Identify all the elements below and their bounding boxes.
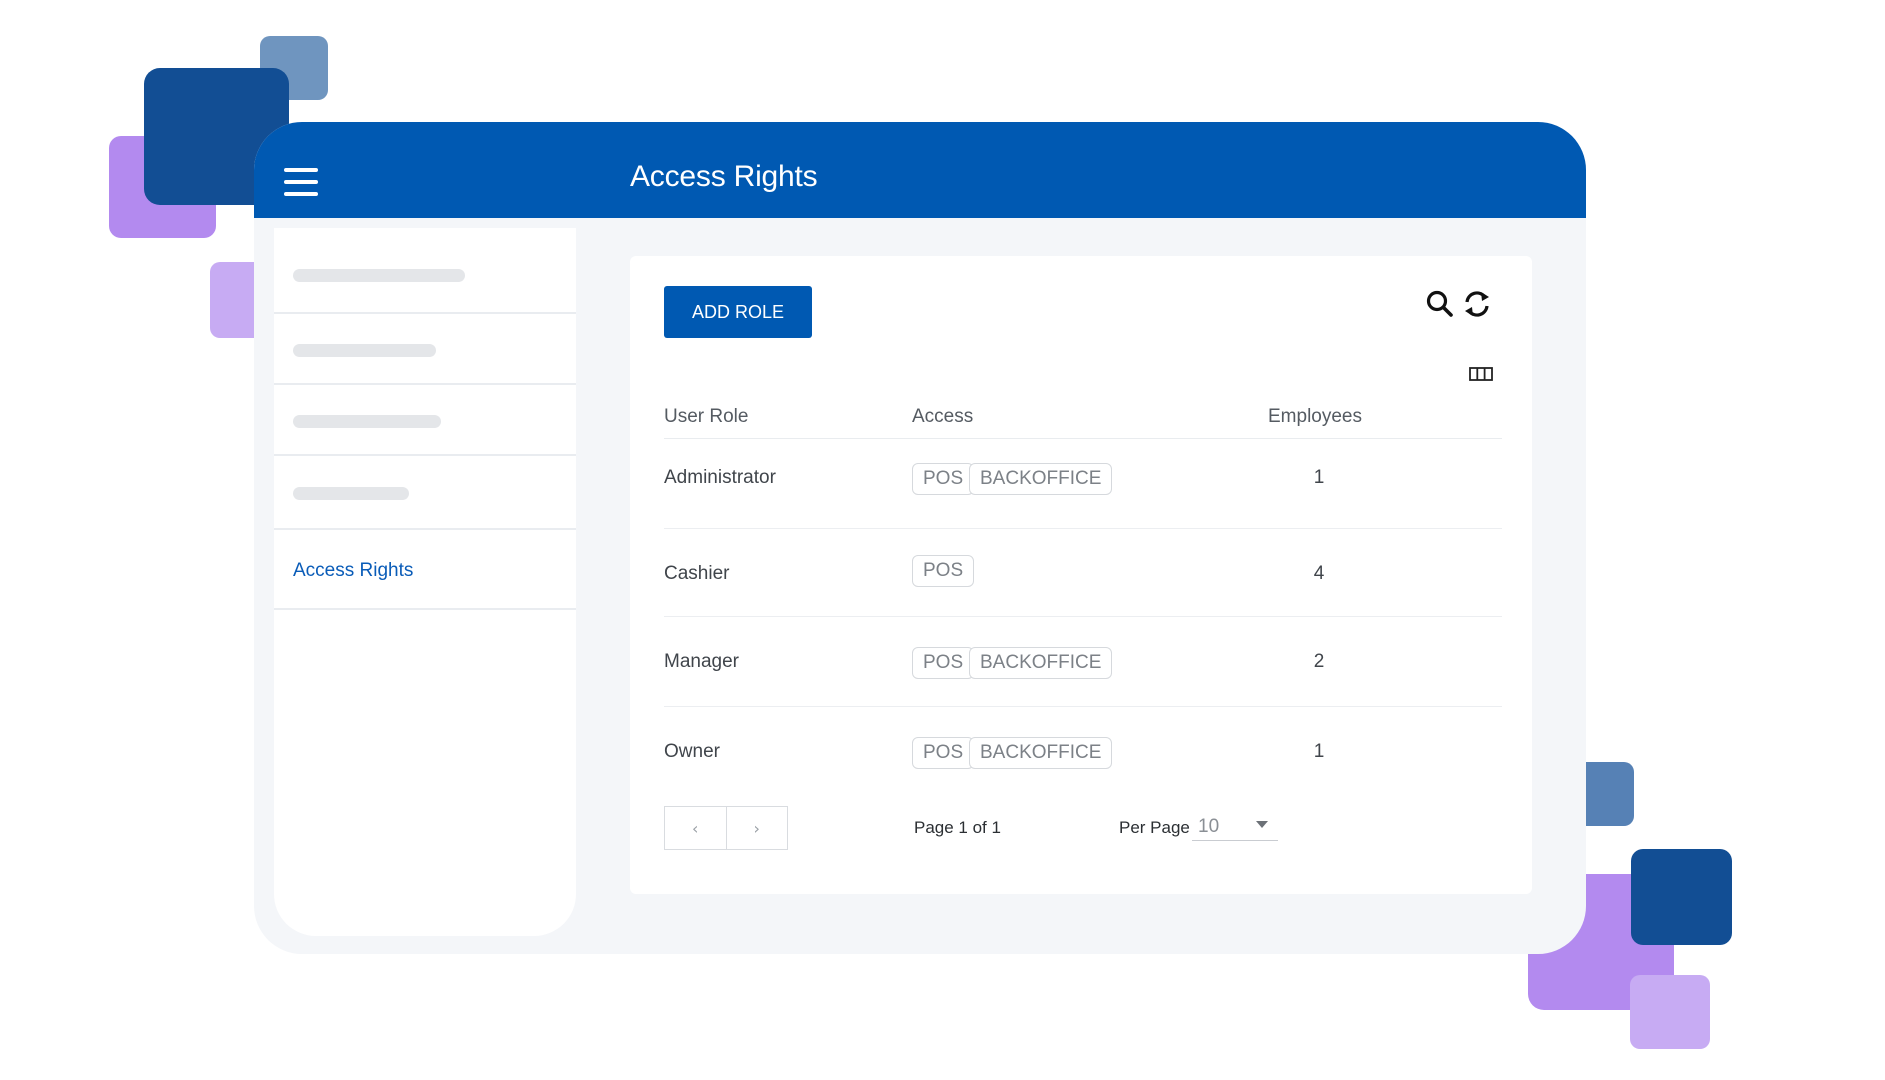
role-name: Cashier	[664, 563, 730, 584]
skeleton-bar	[293, 487, 409, 500]
employee-count: 4	[1313, 563, 1325, 584]
table-row[interactable]: Manager POS BACKOFFICE 2	[664, 617, 1502, 707]
sidebar: Access Rights	[274, 228, 576, 936]
role-name: Manager	[664, 651, 739, 672]
employee-count: 2	[1313, 651, 1325, 672]
page-title: Access Rights	[630, 160, 818, 193]
app-window: Access Rights Access Rights ADD ROLE Use…	[254, 122, 1586, 954]
sidebar-item-placeholder[interactable]	[274, 456, 576, 530]
previous-page-button[interactable]: ‹	[665, 807, 726, 849]
pagination-controls: ‹ ›	[664, 806, 788, 850]
next-page-button[interactable]: ›	[725, 807, 788, 849]
sidebar-item-placeholder[interactable]	[274, 385, 576, 456]
refresh-icon[interactable]	[1462, 288, 1492, 320]
table-row[interactable]: Owner POS BACKOFFICE 1	[664, 707, 1502, 797]
per-page-select[interactable]: 10	[1192, 808, 1278, 841]
role-name: Administrator	[664, 467, 776, 488]
per-page-label: Per Page	[1119, 818, 1190, 837]
per-page-value: 10	[1198, 816, 1220, 837]
access-chip: POS	[912, 463, 975, 495]
page-info: Page 1 of 1	[914, 818, 1001, 837]
decorative-square	[1631, 849, 1732, 945]
skeleton-bar	[293, 269, 465, 282]
access-chip: POS	[912, 555, 975, 587]
employee-count: 1	[1313, 467, 1325, 488]
column-header-employees[interactable]: Employees	[1268, 406, 1362, 428]
role-name: Owner	[664, 741, 720, 762]
table-row[interactable]: Administrator POS BACKOFFICE 1	[664, 439, 1502, 529]
access-chip: POS	[912, 647, 975, 679]
hamburger-menu-icon[interactable]	[284, 168, 318, 196]
columns-icon[interactable]	[1468, 364, 1494, 384]
skeleton-bar	[293, 344, 436, 357]
table-row[interactable]: Cashier POS 4	[664, 529, 1502, 617]
access-chip: BACKOFFICE	[969, 647, 1113, 679]
access-chip: POS	[912, 737, 975, 769]
access-rights-card: ADD ROLE User Role Access Employees Admi…	[630, 256, 1532, 894]
search-icon[interactable]	[1424, 288, 1456, 320]
access-chip: BACKOFFICE	[969, 737, 1113, 769]
stage: Access Rights Access Rights ADD ROLE Use…	[0, 0, 1885, 1080]
caret-down-icon	[1256, 821, 1268, 828]
column-header-access[interactable]: Access	[912, 406, 973, 428]
sidebar-item-label: Access Rights	[293, 560, 414, 581]
sidebar-item-placeholder[interactable]	[274, 314, 576, 385]
add-role-button[interactable]: ADD ROLE	[664, 286, 812, 338]
column-header-user-role[interactable]: User Role	[664, 406, 748, 428]
access-chip: BACKOFFICE	[969, 463, 1113, 495]
sidebar-item-placeholder[interactable]	[274, 228, 576, 314]
decorative-square	[1630, 975, 1710, 1049]
skeleton-bar	[293, 415, 441, 428]
employee-count: 1	[1313, 741, 1325, 762]
app-header: Access Rights	[254, 122, 1586, 218]
sidebar-item-access-rights[interactable]: Access Rights	[274, 530, 576, 610]
